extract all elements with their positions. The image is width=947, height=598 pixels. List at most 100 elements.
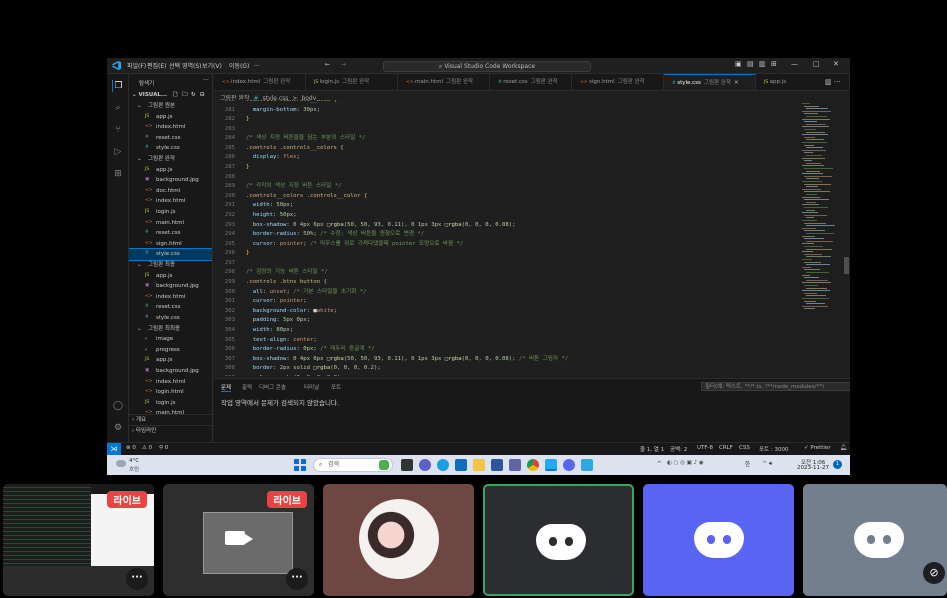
close-icon[interactable]: ✕ (833, 60, 839, 68)
tab-style-css[interactable]: # style.css 그림판 완작 ✕ (664, 74, 756, 90)
run-debug-icon[interactable]: ▷ (112, 146, 124, 158)
calendar-icon[interactable] (491, 459, 503, 471)
tree-file[interactable]: <> main.html (129, 218, 212, 229)
search-icon[interactable]: ⌕ (112, 102, 124, 114)
status-prettier[interactable]: ✓ Prettier (804, 445, 831, 451)
new-folder-icon[interactable]: 🗀 (182, 90, 188, 101)
panel-tab[interactable]: 터미널 (304, 383, 319, 391)
nav-forward-icon[interactable]: → (341, 61, 346, 68)
tree-file[interactable]: # style.css (129, 143, 212, 154)
settings-icon[interactable] (509, 459, 521, 471)
tree-file[interactable]: # reset.css (129, 133, 212, 144)
tree-file[interactable]: <> index.html (129, 196, 212, 207)
panel-tab[interactable]: 출력 (242, 383, 252, 391)
mail-icon[interactable] (455, 459, 467, 471)
scrollbar-thumb[interactable] (844, 257, 849, 274)
nav-back-icon[interactable]: ← (325, 61, 330, 68)
discord-taskbar-icon[interactable] (563, 459, 575, 471)
tree-file[interactable]: # reset.css (129, 302, 212, 313)
weather-text[interactable]: 흐림 (129, 465, 139, 473)
tree-file[interactable]: # reset.css (129, 228, 212, 239)
tree-file[interactable]: JS app.js (129, 112, 212, 123)
tab-main-html[interactable]: <> main.html 그림판 완작 (398, 74, 490, 90)
panel-tab[interactable]: 문제 (221, 383, 232, 392)
status-language[interactable]: CSS (739, 445, 750, 451)
collapse-all-icon[interactable]: ⊟ (200, 90, 205, 101)
tree-file[interactable]: <> index.html (129, 292, 212, 303)
tree-file[interactable]: <> index.html (129, 377, 212, 388)
start-icon[interactable] (294, 459, 306, 471)
menu-item[interactable]: 파일(F) (127, 61, 146, 70)
tree-folder[interactable]: › progress (129, 345, 212, 356)
tile-more-button[interactable]: ··· (126, 568, 148, 590)
timeline-section[interactable]: › 타임라인 (129, 425, 212, 436)
tree-folder[interactable]: ⌄ 그림판 완작 (129, 154, 212, 165)
tree-file[interactable]: <> sign.html (129, 239, 212, 250)
user-tile-discord-2[interactable] (643, 484, 794, 596)
new-file-icon[interactable]: 🗋 (173, 90, 177, 101)
status-position[interactable]: 줄 1, 열 1 (640, 445, 664, 453)
tab-reset-css[interactable]: # reset.css 그림판 완작 (490, 74, 572, 90)
more-actions-icon[interactable]: ··· (203, 77, 209, 84)
account-icon[interactable]: ◯ (112, 400, 124, 412)
workspace-header[interactable]: ⌄ VISUAL... 🗋 🗀 ↻ ⊟ (129, 90, 212, 101)
customize-layout-icon[interactable]: ⊞ (771, 60, 777, 68)
tree-file[interactable]: <> index.html (129, 122, 212, 133)
menu-item[interactable]: 보기(V) (202, 61, 222, 70)
clock-date[interactable]: 2023-11-27 (797, 465, 829, 471)
status-ports[interactable]: ⚲ 0 (159, 445, 168, 451)
notifications-icon[interactable]: 🔔︎ (840, 445, 847, 451)
tree-file[interactable]: <> doc.html (129, 186, 212, 197)
layout-toggle-icon[interactable]: ▣ (735, 60, 742, 68)
extensions-icon[interactable]: ⊞ (112, 168, 124, 180)
source-control-icon[interactable]: ⑂ (112, 124, 124, 136)
tree-file[interactable]: JS login.js (129, 398, 212, 409)
user-tile-avatar[interactable] (323, 484, 474, 596)
tab-sign-html[interactable]: <> sign.html 그림판 완작 (572, 74, 664, 90)
minimap[interactable] (800, 100, 842, 376)
notification-badge-icon[interactable]: 1 (833, 460, 842, 469)
wifi-icon[interactable]: ⌔ 🔊︎ (762, 460, 772, 468)
stream-tile-2[interactable]: 라이브 ··· (163, 484, 314, 596)
folder-icon[interactable] (473, 459, 485, 471)
tree-folder[interactable]: ⌄ 그림판 최최종 (129, 324, 212, 335)
status-warnings[interactable]: ⚠ 0 (142, 445, 152, 451)
tab-login-js[interactable]: JS login.js 그림판 완작 (306, 74, 398, 90)
menu-item[interactable]: 이동(G) (229, 61, 249, 70)
weather-icon[interactable] (116, 460, 126, 467)
tree-folder[interactable]: ⌄ 그림판 원본 (129, 101, 212, 112)
vscode-taskbar-icon[interactable] (545, 459, 557, 471)
tray-chevron-icon[interactable]: ^ (657, 461, 662, 467)
chat-icon[interactable] (419, 459, 431, 471)
code-editor[interactable]: 280 .controls .controls__btns {281 margin… (214, 100, 850, 376)
gear-icon[interactable]: ⚙ (112, 422, 124, 434)
panel-toggle-icon[interactable]: ▤ (747, 60, 754, 68)
tree-file[interactable]: JS login.js (129, 207, 212, 218)
tile-more-button[interactable]: ··· (286, 568, 308, 590)
outline-section[interactable]: › 개요 (129, 414, 212, 425)
minimize-icon[interactable]: — (791, 60, 798, 68)
app-icon[interactable] (581, 459, 593, 471)
taskbar-search[interactable]: ⌕ 검색 (313, 458, 393, 472)
tree-file[interactable]: ▣ background.jpg (129, 366, 212, 377)
status-spaces[interactable]: 공백: 2 (670, 445, 687, 453)
tab-index-html[interactable]: <> index.html 그림판 완작 (214, 74, 306, 90)
mic-off-icon[interactable]: ⊘ (923, 562, 945, 584)
status-errors[interactable]: ⊗ 0 (126, 445, 136, 451)
tree-file[interactable]: # style.css (129, 248, 212, 261)
stream-tile-1[interactable]: 라이브 ··· (3, 484, 154, 596)
tree-file[interactable]: JS app.js (129, 165, 212, 176)
chrome-icon[interactable] (527, 459, 539, 471)
edge-icon[interactable] (437, 459, 449, 471)
tree-file[interactable]: <> login.html (129, 387, 212, 398)
tree-folder[interactable]: ⌄ 그림판 최종 (129, 260, 212, 271)
explorer-icon[interactable]: ❐ (112, 80, 124, 92)
tree-file[interactable]: JS app.js (129, 355, 212, 366)
refresh-icon[interactable]: ↻ (191, 90, 196, 101)
user-tile-discord-3[interactable]: ⊘ (803, 484, 947, 596)
sidebar-toggle-icon[interactable]: ▥ (759, 60, 766, 68)
user-tile-discord-1[interactable] (483, 484, 634, 596)
problems-filter-input[interactable]: 필터(예: 텍스트, **/*.ts, !**/node_modules/**) (701, 382, 850, 391)
command-center[interactable]: ⌕ Visual Studio Code Workspace (383, 61, 591, 72)
tree-file[interactable]: JS app.js (129, 271, 212, 282)
